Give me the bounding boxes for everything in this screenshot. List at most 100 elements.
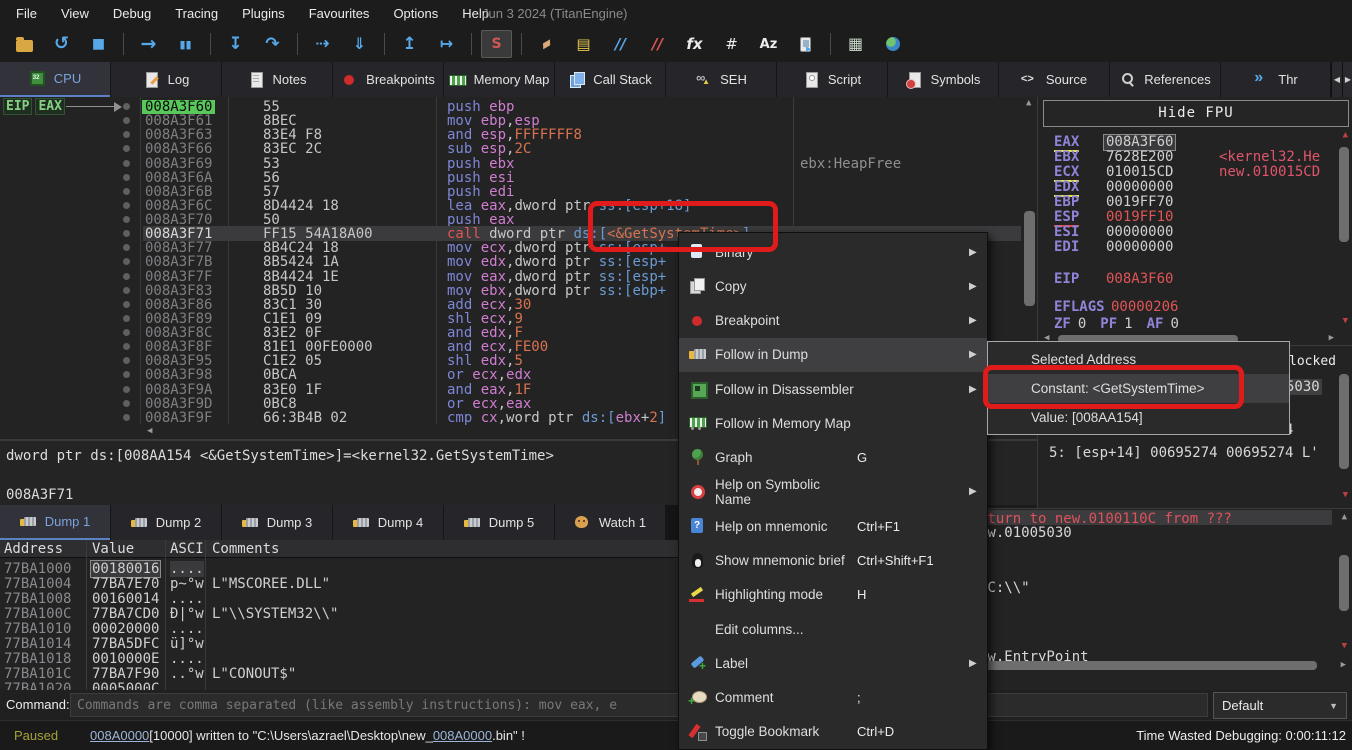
- scroll-right-arrow[interactable]: ▶: [1329, 334, 1334, 343]
- context-menu-item-edit-columns[interactable]: Edit columns...: [679, 612, 987, 646]
- context-menu-item-graph[interactable]: GraphG: [679, 441, 987, 475]
- context-menu-item-label[interactable]: Label▶: [679, 646, 987, 680]
- breakpoint-dot[interactable]: [123, 244, 130, 251]
- registers-panel[interactable]: Hide FPU EAX008A3F60EBX7628E200<kernel32…: [1037, 97, 1352, 345]
- register-row[interactable]: EIP008A3F60: [1038, 272, 1352, 287]
- register-row[interactable]: EBP0019FF70: [1038, 195, 1352, 210]
- breakpoint-dot[interactable]: [123, 202, 130, 209]
- dump-column-header[interactable]: Address: [4, 541, 63, 557]
- patches-icon[interactable]: ▰: [531, 30, 562, 58]
- breakpoint-dot[interactable]: [123, 258, 130, 265]
- disasm-row[interactable]: 008A3F6383E4 F8and esp,FFFFFFF8: [0, 128, 1021, 142]
- menu-item-view[interactable]: View: [49, 0, 101, 26]
- debuggee-icon[interactable]: [790, 30, 821, 58]
- context-menu-item-toggle-bookmark[interactable]: Toggle BookmarkCtrl+D: [679, 715, 987, 749]
- breakpoint-dot[interactable]: [123, 414, 130, 421]
- submenu-item-value-008aa154[interactable]: Value: [008AA154]: [988, 403, 1289, 432]
- register-row[interactable]: EDX00000000: [1038, 180, 1352, 195]
- run-to-user-code-icon[interactable]: ⇢: [307, 30, 338, 58]
- scroll-up-arrow[interactable]: ▲: [1026, 99, 1031, 108]
- scylla-icon[interactable]: S: [481, 30, 512, 58]
- address-link[interactable]: 008A0000: [90, 728, 149, 743]
- tab-cpu[interactable]: CPU: [0, 62, 110, 97]
- breakpoint-dot[interactable]: [123, 273, 130, 280]
- register-row[interactable]: ECX010015CDnew.010015CD: [1038, 165, 1352, 180]
- register-row[interactable]: EDI00000000: [1038, 240, 1352, 255]
- register-row[interactable]: ESI00000000: [1038, 225, 1352, 240]
- breakpoint-dot[interactable]: [123, 145, 130, 152]
- vertical-scrollbar[interactable]: [1339, 147, 1349, 242]
- breakpoint-dot[interactable]: [123, 386, 130, 393]
- command-input[interactable]: [70, 693, 1208, 717]
- tab-notes[interactable]: Notes: [222, 62, 332, 97]
- tab-script[interactable]: Script: [777, 62, 887, 97]
- context-menu-item-follow-in-dump[interactable]: Follow in Dump▶: [679, 338, 987, 372]
- breakpoint-dot[interactable]: [123, 117, 130, 124]
- trace-coverage-red-icon[interactable]: //: [642, 30, 673, 58]
- tab-scroll-right[interactable]: ▶: [1342, 62, 1352, 97]
- stack-panel[interactable]: eturn to new.0100110C from ???ew.0100503…: [975, 508, 1352, 690]
- goto-icon[interactable]: #: [716, 30, 747, 58]
- pause-icon[interactable]: ▮▮: [170, 30, 201, 58]
- disasm-row[interactable]: 008A3F7050push eax: [0, 213, 1021, 227]
- tab-symbols[interactable]: Symbols: [888, 62, 998, 97]
- stop-icon[interactable]: ■: [83, 30, 114, 58]
- vertical-scrollbar[interactable]: [1339, 374, 1349, 469]
- tab-dump-3[interactable]: Dump 3: [222, 505, 332, 540]
- assemble-fx-icon[interactable]: fx: [679, 30, 710, 58]
- context-menu-item-help-on-mnemonic[interactable]: Help on mnemonicCtrl+F1: [679, 509, 987, 543]
- scroll-up-arrow[interactable]: ▲: [1343, 131, 1348, 140]
- tab-scroll-left[interactable]: ◀: [1331, 62, 1342, 97]
- scroll-right-arrow[interactable]: ▶: [1341, 661, 1346, 670]
- context-menu-item-copy[interactable]: Copy▶: [679, 269, 987, 303]
- breakpoint-dot[interactable]: [123, 343, 130, 350]
- disasm-row[interactable]: 008A3F6683EC 2Csub esp,2C: [0, 142, 1021, 156]
- context-menu-item-highlighting-mode[interactable]: Highlighting modeH: [679, 578, 987, 612]
- breakpoint-dot[interactable]: [123, 301, 130, 308]
- menu-item-file[interactable]: File: [4, 0, 49, 26]
- disasm-row[interactable]: 008A3F6A56push esi: [0, 171, 1021, 185]
- scroll-down-arrow[interactable]: ▼: [1343, 317, 1348, 326]
- submenu-item-constant-getsystemtime[interactable]: Constant: <GetSystemTime>: [988, 374, 1289, 403]
- disasm-row[interactable]: 008A3F6055push ebp: [0, 100, 1021, 114]
- register-row[interactable]: EAX008A3F60: [1038, 135, 1352, 150]
- breakpoint-dot[interactable]: [123, 188, 130, 195]
- scroll-down-arrow[interactable]: ▼: [1342, 642, 1347, 651]
- run-icon[interactable]: →: [133, 30, 164, 58]
- calculator-icon[interactable]: ▦: [840, 30, 871, 58]
- scroll-down-arrow[interactable]: ▼: [1343, 491, 1348, 500]
- dump-column-header[interactable]: Comments: [212, 541, 279, 557]
- tab-watch-1[interactable]: Watch 1: [555, 505, 665, 540]
- horizontal-scrollbar[interactable]: [977, 661, 1317, 670]
- disasm-row[interactable]: 008A3F6C8D4424 18lea eax,dword ptr ss:[e…: [0, 199, 1021, 213]
- disasm-row[interactable]: 008A3F6953push ebxebx:HeapFree: [0, 157, 1021, 171]
- tab-seh[interactable]: SEH: [666, 62, 776, 97]
- menu-item-favourites[interactable]: Favourites: [297, 0, 382, 26]
- breakpoint-dot[interactable]: [123, 371, 130, 378]
- breakpoint-dot[interactable]: [123, 216, 130, 223]
- profile-dropdown[interactable]: Default ▼: [1213, 692, 1347, 719]
- favourites-icon[interactable]: ▤: [568, 30, 599, 58]
- menu-item-debug[interactable]: Debug: [101, 0, 163, 26]
- disasm-row[interactable]: 008A3F618BECmov ebp,esp: [0, 114, 1021, 128]
- dump-column-header[interactable]: Value: [92, 541, 134, 557]
- disasm-row[interactable]: 008A3F6B57push edi: [0, 185, 1021, 199]
- tab-call-stack[interactable]: Call Stack: [555, 62, 665, 97]
- step-into-icon[interactable]: ↧: [220, 30, 251, 58]
- context-menu-item-follow-in-disassembler[interactable]: Follow in Disassembler▶: [679, 372, 987, 406]
- context-menu-item-show-mnemonic-brief[interactable]: Show mnemonic briefCtrl+Shift+F1: [679, 543, 987, 577]
- stack-row[interactable]: ew.01005030: [979, 525, 1072, 541]
- menu-item-tracing[interactable]: Tracing: [163, 0, 230, 26]
- globe-icon[interactable]: [877, 30, 908, 58]
- dump-column-header[interactable]: ASCI: [170, 541, 204, 557]
- open-file-icon[interactable]: [9, 30, 40, 58]
- breakpoint-dot[interactable]: [123, 160, 130, 167]
- tab-thr[interactable]: Thr: [1221, 62, 1330, 97]
- register-row[interactable]: EFLAGS00000206: [1038, 300, 1352, 315]
- breakpoint-dot[interactable]: [123, 103, 130, 110]
- breakpoint-dot[interactable]: [123, 329, 130, 336]
- tab-dump-2[interactable]: Dump 2: [111, 505, 221, 540]
- trace-coverage-blue-icon[interactable]: //: [605, 30, 636, 58]
- breakpoint-dot[interactable]: [123, 357, 130, 364]
- register-row[interactable]: ESP0019FF10: [1038, 210, 1352, 225]
